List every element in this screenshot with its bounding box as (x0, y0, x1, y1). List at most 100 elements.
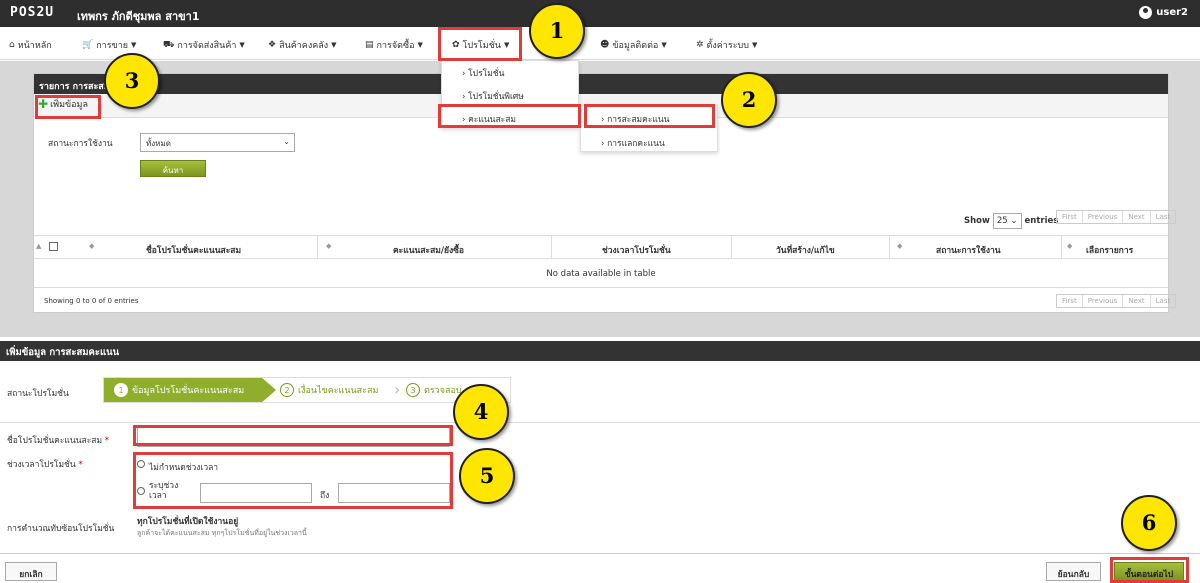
user-menu[interactable]: user2 (1139, 6, 1188, 19)
step-arrow-icon: › (394, 380, 401, 399)
status-filter-select[interactable]: ทั้งหมด ⌄ (140, 133, 295, 152)
store-name: เทพกร ภักดีชุมพล สาขา1 (77, 10, 200, 23)
sort-icon[interactable]: ◆ (1067, 242, 1072, 250)
table-header: ▲ ◆ ชื่อโปรโมชั่นคะแนนสะสม ◆ คะแนนสะสม/ย… (34, 235, 1168, 259)
radio-date-range-label: ระบุช่วง เวลา (149, 481, 178, 501)
menu-item-label: คะแนนสะสม (468, 115, 517, 125)
sort-icon[interactable]: ◆ (897, 242, 902, 250)
column-divider (889, 236, 890, 258)
nav-home[interactable]: ⌂ หน้าหลัก (9, 38, 52, 52)
menu-item-label: โปรโมชั่นพิเศษ (468, 92, 524, 102)
callout-2: 2 (721, 72, 777, 128)
plus-icon: ✚ (38, 97, 49, 111)
nav-label: โปรโมชั่น (462, 41, 501, 51)
step-label: เงื่อนไขคะแนนสะสม (298, 386, 379, 396)
pager-next[interactable]: Next (1123, 211, 1151, 223)
required-mark: * (104, 436, 109, 446)
status-filter-value: ทั้งหมด (146, 139, 171, 148)
column-divider (551, 236, 552, 258)
user-avatar-icon (1139, 6, 1153, 19)
page-length-value: 25 (996, 216, 1008, 226)
callout-4: 4 (453, 384, 509, 440)
form-title: เพิ่มข้อมูล การสะสมคะแนน (0, 341, 1200, 361)
search-button[interactable]: ค้นหา (140, 160, 206, 177)
overlap-calc-title[interactable]: ทุกโปรโมชั่นที่เปิดใช้งานอยู่ (137, 514, 238, 528)
wizard-step-1[interactable]: 1 ข้อมูลโปรโมชั่นคะแนนสะสม (104, 378, 276, 402)
main-nav: ⌂ หน้าหลัก 🛒 การขาย ▼ ⛟ การจัดส่งสินค้า ▼ ❖ สิ… (0, 27, 1200, 60)
sort-icon[interactable]: ▲ (36, 242, 41, 250)
show-label: Show (964, 216, 990, 226)
nav-inventory[interactable]: ❖ สินค้าคงคลัง ▼ (268, 38, 337, 52)
column-divider (731, 236, 732, 258)
promotion-name-input[interactable] (137, 427, 450, 447)
document-icon: ▤ (365, 40, 374, 50)
column-header[interactable]: คะแนนสะสม/ยังซื้อ (393, 243, 464, 257)
radio-date-range[interactable] (137, 487, 145, 495)
wizard-step-2[interactable]: 2 เงื่อนไขคะแนนสะสม (280, 378, 378, 402)
nav-contacts[interactable]: ☻ ข้อมูลติดต่อ ▼ (600, 38, 667, 52)
radio-unlimited[interactable] (137, 460, 145, 468)
pager-previous[interactable]: Previous (1083, 295, 1124, 307)
submenu-item-collect-points[interactable]: › การสะสมคะแนน (601, 112, 670, 126)
back-button[interactable]: ย้อนกลับ (1046, 562, 1101, 581)
pager-next[interactable]: Next (1123, 295, 1151, 307)
menu-item-points[interactable]: › คะแนนสะสม (462, 112, 516, 126)
label-text: ชื่อโปรโมชั่นคะแนนสะสม (7, 436, 103, 446)
end-date-input[interactable] (338, 483, 450, 503)
select-all-checkbox[interactable] (49, 242, 58, 251)
nav-purchasing[interactable]: ▤ การจัดซื้อ ▼ (365, 38, 423, 52)
caret-down-icon: ▼ (751, 41, 758, 49)
add-button[interactable]: ✚ เพิ่มข้อมูล (38, 97, 88, 111)
caret-down-icon: ▼ (503, 41, 510, 49)
menu-item-promotion[interactable]: › โปรโมชั่น (462, 66, 504, 80)
nav-sales[interactable]: 🛒 การขาย ▼ (82, 38, 136, 52)
pager-last[interactable]: Last (1151, 295, 1176, 307)
table-empty-row: No data available in table (34, 260, 1168, 288)
app-logo[interactable]: POS2U (10, 5, 54, 20)
menu-item-label: โปรโมชั่น (468, 69, 505, 79)
pager-first[interactable]: First (1057, 211, 1083, 223)
nav-delivery[interactable]: ⛟ การจัดส่งสินค้า ▼ (163, 38, 245, 52)
nav-label: การขาย (96, 41, 129, 51)
nav-label: ข้อมูลติดต่อ (612, 41, 659, 51)
start-date-input[interactable] (200, 483, 312, 503)
page-length: Show 25 ⌄ entries (964, 213, 1058, 229)
nav-label: การจัดซื้อ (376, 41, 415, 51)
truck-icon: ⛟ (163, 39, 175, 50)
label-text: เวลา (149, 491, 167, 501)
cancel-button[interactable]: ยกเลิก (5, 562, 57, 581)
promotion-status-label: สถานะโปรโมชั่น (7, 389, 69, 399)
pager-last[interactable]: Last (1151, 211, 1176, 223)
wizard-steps: 1 ข้อมูลโปรโมชั่นคะแนนสะสม 2 เงื่อนไขคะแ… (103, 377, 511, 403)
divider (0, 553, 1200, 554)
submenu-item-redeem-points[interactable]: › การแลกคะแนน (601, 136, 665, 150)
table-info: Showing 0 to 0 of 0 entries (44, 297, 139, 305)
page-length-select[interactable]: 25 ⌄ (992, 213, 1022, 229)
caret-down-icon: ▼ (239, 41, 245, 49)
pager-top: First Previous Next Last (1056, 210, 1177, 224)
nav-settings[interactable]: ✲ ตั้งค่าระบบ ▼ (696, 38, 757, 52)
wizard-step-3[interactable]: 3 ตรวจสอบ (406, 378, 462, 402)
nav-label: หน้าหลัก (17, 41, 52, 51)
step-label: ข้อมูลโปรโมชั่นคะแนนสะสม (132, 386, 245, 396)
menu-item-special-promotion[interactable]: › โปรโมชั่นพิเศษ (462, 89, 524, 103)
promotion-dropdown: › โปรโมชั่น › โปรโมชั่นพิเศษ › คะแนนสะสม (441, 60, 579, 128)
sort-icon[interactable]: ◆ (326, 242, 331, 250)
promotion-name-label: ชื่อโปรโมชั่นคะแนนสะสม * (7, 433, 109, 447)
cart-icon: 🛒 (82, 40, 94, 50)
column-header[interactable]: วันที่สร้าง/แก้ไข (776, 243, 835, 257)
nav-label: ตั้งค่าระบบ (706, 41, 749, 51)
menu-item-label: การแลกคะแนน (607, 139, 665, 149)
next-step-button[interactable]: ขั้นตอนต่อไป (1114, 562, 1184, 581)
column-header[interactable]: เลือกรายการ (1086, 243, 1133, 257)
pager-previous[interactable]: Previous (1083, 211, 1124, 223)
sort-icon[interactable]: ◆ (89, 242, 94, 250)
column-header[interactable]: ชื่อโปรโมชั่นคะแนนสะสม (146, 243, 241, 257)
callout-5: 5 (459, 448, 515, 504)
nav-promotion[interactable]: ✿ โปรโมชั่น ▼ (452, 38, 509, 52)
column-header[interactable]: ช่วงเวลาโปรโมชั่น (602, 243, 671, 257)
nav-label: การจัดส่งสินค้า (177, 41, 237, 51)
pager-first[interactable]: First (1057, 295, 1083, 307)
column-header[interactable]: สถานะการใช้งาน (936, 243, 1001, 257)
add-button-label: เพิ่มข้อมูล (50, 100, 89, 110)
